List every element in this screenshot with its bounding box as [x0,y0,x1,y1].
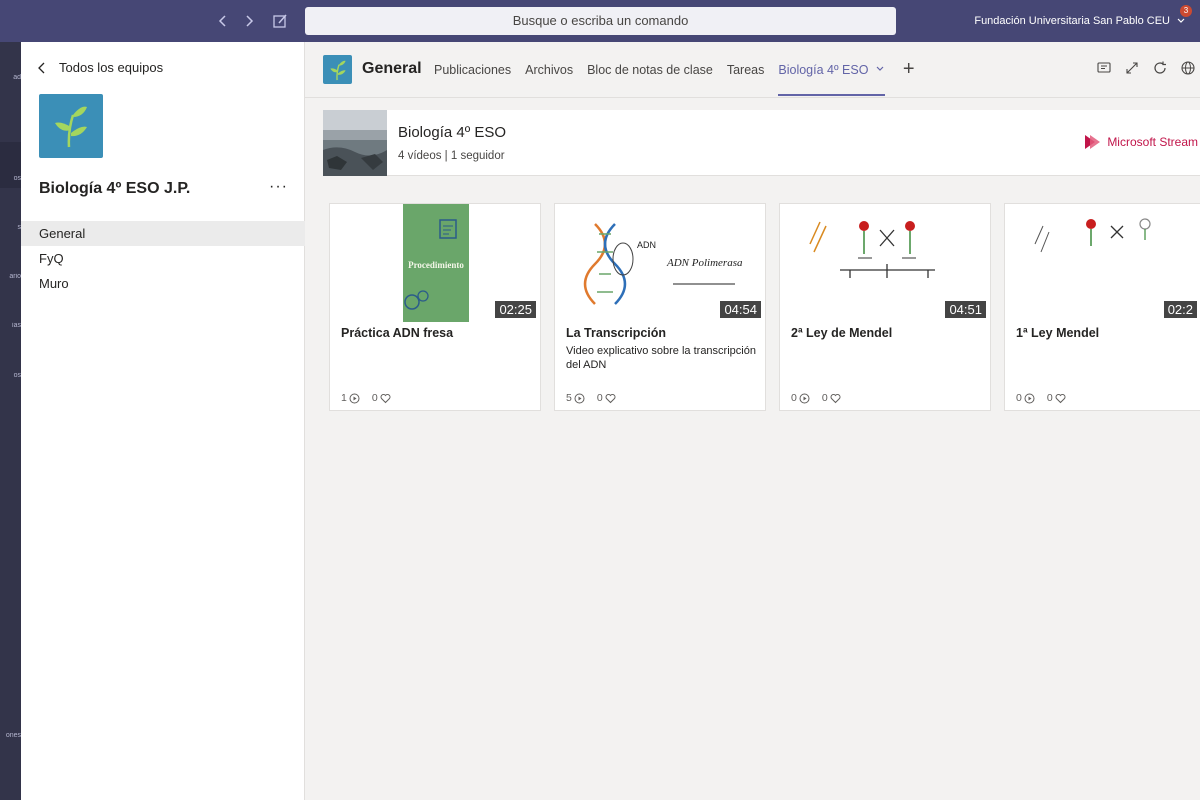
video-stats: 0 0 [1016,392,1066,404]
play-circle-icon [574,393,585,403]
rail-item-activity[interactable]: ad [0,74,21,81]
tab-bloc-de-notas[interactable]: Bloc de notas de clase [587,42,713,98]
video-title: 2ª Ley de Mendel [791,326,893,340]
like-count: 0 [371,392,378,404]
expand-icon[interactable] [1124,60,1140,76]
view-count: 5 [566,392,572,404]
rail-item-teams[interactable]: os [0,175,21,182]
channel-item-fyq[interactable]: FyQ [21,246,305,271]
more-options-button[interactable]: ··· [269,178,288,196]
app-rail: ad os s ario ias os ones [0,42,21,800]
view-count: 1 [341,392,347,404]
video-thumbnail: ADN ADN Polimerasa 04:54 [555,204,765,322]
rail-item-files[interactable]: os [0,372,21,379]
team-panel: Todos los equipos Biología 4º ESO J.P. ·… [21,42,305,800]
title-bar: Busque o escriba un comando Fundación Un… [0,0,1200,42]
view-count: 0 [1016,392,1022,404]
notification-badge: 3 [1180,5,1192,17]
like-count: 0 [1046,392,1053,404]
video-duration: 02:2 [1163,301,1197,318]
all-teams-link[interactable]: Todos los equipos [37,60,163,75]
video-stats: 1 0 [341,392,391,404]
refresh-icon[interactable] [1152,60,1168,76]
channel-thumbnail [323,110,387,176]
video-card[interactable]: 02:2 1ª Ley Mendel 0 0 [1004,203,1200,411]
header-actions [1096,60,1196,76]
thumbnail-text: ADN [637,240,656,250]
channel-banner-stats: 4 vídeos | 1 seguidor [398,150,505,162]
play-circle-icon [1024,393,1035,403]
compose-icon[interactable] [269,10,291,32]
chevron-down-icon [876,66,884,71]
video-title: Práctica ADN fresa [341,326,454,340]
video-card[interactable]: 04:51 2ª Ley de Mendel 0 0 [779,203,991,411]
channel-logo [323,55,352,84]
view-count: 0 [791,392,797,404]
channel-header: General Publicaciones Archivos Bloc de n… [305,42,1200,98]
video-card[interactable]: Procedimiento 02:25 Práctica ADN fresa 1… [329,203,541,411]
thumbnail-text: ADN Polimerasa [666,257,743,269]
tab-biologia-label: Biología 4º ESO [778,63,869,77]
rail-item-calendar[interactable]: ario [0,273,21,280]
chevron-right-icon[interactable] [238,10,260,32]
chevron-left-icon[interactable] [212,10,234,32]
tab-bar: Publicaciones Archivos Bloc de notas de … [434,42,915,98]
video-card[interactable]: ADN ADN Polimerasa 04:54 La Transcripció… [554,203,766,411]
rail-item-apps[interactable]: ones [0,732,21,739]
channel-title: General [362,60,422,77]
channel-item-muro[interactable]: Muro [21,271,305,296]
channel-banner-title: Biología 4º ESO [398,124,507,141]
video-stats: 0 0 [791,392,841,404]
plant-icon [329,60,346,80]
video-title: 1ª Ley Mendel [1016,326,1100,340]
globe-icon[interactable] [1180,60,1196,76]
video-duration: 04:51 [945,301,986,318]
channel-item-general[interactable]: General [21,221,305,246]
tab-archivos[interactable]: Archivos [525,42,573,98]
video-duration: 02:25 [495,301,536,318]
org-switcher[interactable]: Fundación Universitaria San Pablo CEU [974,0,1186,42]
video-thumbnail: 04:51 [780,204,990,322]
stream-channel-banner: Biología 4º ESO 4 vídeos | 1 seguidor Mi… [323,110,1200,176]
conversation-icon[interactable] [1096,60,1112,76]
channel-list: General FyQ Muro [21,221,305,296]
thumbnail-text: Procedimiento [408,260,464,270]
heart-icon[interactable] [380,393,391,404]
heart-icon[interactable] [605,393,616,404]
chevron-down-icon [1177,18,1185,23]
video-thumbnail: 02:2 [1005,204,1200,322]
like-count: 0 [596,392,603,404]
video-stats: 5 0 [566,392,616,404]
video-description: Video explicativo sobre la transcripción… [566,345,756,371]
team-name: Biología 4º ESO J.P. [39,180,191,197]
rail-item-assignments[interactable]: s [0,224,22,231]
play-circle-icon [349,393,360,403]
heart-icon[interactable] [1055,393,1066,404]
stream-logo-icon [1085,135,1101,149]
video-thumbnail: Procedimiento 02:25 [330,204,540,322]
play-circle-icon [799,393,810,403]
video-duration: 04:54 [720,301,761,318]
heart-icon[interactable] [830,393,841,404]
like-count: 0 [821,392,828,404]
tab-tareas[interactable]: Tareas [727,42,765,98]
search-input[interactable]: Busque o escriba un comando [305,7,896,35]
video-title: La Transcripción [566,326,667,340]
chevron-left-icon [38,62,45,73]
add-tab-button[interactable]: + [903,42,915,98]
stream-link[interactable]: Microsoft Stream [1084,134,1198,150]
stream-brand-label: Microsoft Stream [1107,135,1198,149]
all-teams-label: Todos los equipos [59,60,164,75]
plant-icon [55,106,87,148]
org-name: Fundación Universitaria San Pablo CEU [974,15,1170,27]
rail-item-calls[interactable]: ias [0,322,21,329]
tab-publicaciones[interactable]: Publicaciones [434,42,511,98]
team-logo [39,94,103,158]
tab-biologia[interactable]: Biología 4º ESO [778,42,885,98]
